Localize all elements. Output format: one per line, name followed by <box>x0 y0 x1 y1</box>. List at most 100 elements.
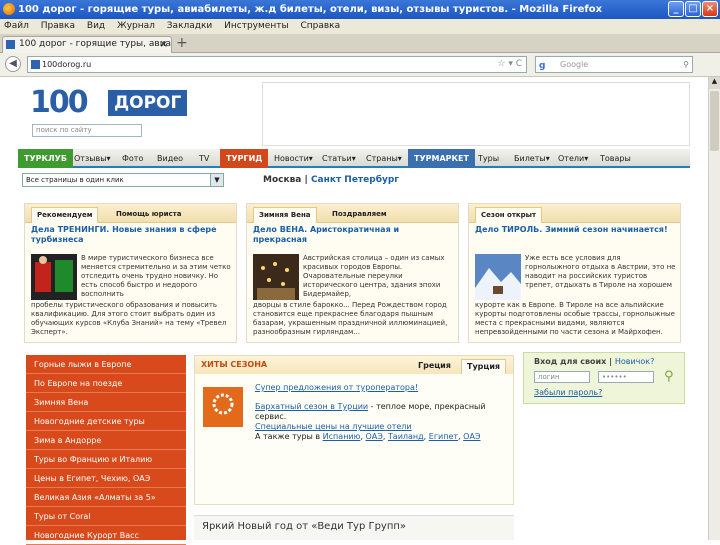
city-separator: | <box>304 175 308 185</box>
menu-hotels[interactable]: Отели▾ <box>558 149 588 168</box>
panel-text: В мире туристического бизнеса все меняет… <box>81 254 231 298</box>
country-link[interactable]: ОАЭ <box>463 432 480 441</box>
url-text: 100dorog.ru <box>42 60 92 69</box>
left-menu-item[interactable]: Зимняя Вена <box>26 393 186 412</box>
window-titlebar: 100 дорог - горящие туры, авиабилеты, ж.… <box>0 0 720 19</box>
city-spb-link[interactable]: Санкт Петербург <box>311 175 399 185</box>
url-bar[interactable]: 100dorog.ru ☆ ▾ C <box>27 56 527 73</box>
menu-section-turclub[interactable]: ТУРКЛУБ <box>18 149 73 168</box>
maximize-button[interactable]: □ <box>685 1 701 17</box>
firefox-icon <box>3 3 15 15</box>
page-scrollbar[interactable]: ▲ <box>708 77 720 540</box>
menu-reviews[interactable]: Отзывы▾ <box>74 149 111 168</box>
panel-vienna: Зимняя Вена Поздравляем Дело ВЕНА. Арист… <box>246 203 459 343</box>
panel-season: Сезон открыт Дело ТИРОЛЬ. Зимний сезон н… <box>468 203 681 343</box>
site-search-input[interactable]: поиск по сайту <box>32 124 142 137</box>
menu-goods[interactable]: Товары <box>600 149 631 168</box>
hits-body: Бархатный сезон в Турции - теплое море, … <box>255 402 486 441</box>
browser-search-input[interactable]: g Google ⚲ <box>535 56 693 73</box>
quick-pages-select[interactable]: Все страницы в один клик ▼ <box>22 173 224 187</box>
menu-tours[interactable]: Туры <box>478 149 499 168</box>
panel-headline[interactable]: Дела ТРЕНИНГИ. Новые знания в сфере турб… <box>25 223 236 245</box>
tab-greece[interactable]: Греция <box>413 359 456 374</box>
menu-countries[interactable]: Страны▾ <box>366 149 402 168</box>
panel-image[interactable] <box>31 254 77 300</box>
search-placeholder: Google <box>560 60 589 69</box>
panel-image[interactable] <box>475 254 521 300</box>
left-menu: Горные лыжи в Европе По Европе на поезде… <box>26 355 186 545</box>
new-tab-button[interactable]: + <box>176 35 188 51</box>
panel-image[interactable] <box>253 254 299 300</box>
quick-pages-value: Все страницы в один клик <box>26 176 124 184</box>
browser-tab[interactable]: 100 дорог - горящие туры, авиабилеты, × <box>2 36 172 53</box>
scroll-thumb[interactable] <box>710 91 719 151</box>
register-link[interactable]: Новичок? <box>615 357 655 366</box>
menu-tickets[interactable]: Билеты▾ <box>514 149 550 168</box>
login-input[interactable]: логин <box>534 371 590 383</box>
menu-section-turgid[interactable]: ТУРГИД <box>220 149 269 168</box>
country-link[interactable]: ОАЭ <box>365 432 382 441</box>
hits-offer-link[interactable]: Супер предложения от туроператора! <box>255 383 418 392</box>
menu-file[interactable]: Файл <box>4 21 29 31</box>
scroll-up-arrow[interactable]: ▲ <box>709 77 720 89</box>
left-menu-item[interactable]: Туры от Coral <box>26 507 186 526</box>
minimize-button[interactable]: _ <box>668 1 684 17</box>
left-menu-item[interactable]: Новогодние Курорт Васс <box>26 526 186 545</box>
panel-text-more: курорте как в Европе. В Тироле на все ал… <box>475 301 675 336</box>
coral-logo-mark <box>212 393 234 415</box>
menu-news[interactable]: Новости▾ <box>274 149 313 168</box>
panel-headline[interactable]: Дело ВЕНА. Аристократичная и прекрасная <box>247 223 458 245</box>
tab-close-icon[interactable]: × <box>160 37 168 52</box>
search-engine-icon[interactable]: g <box>539 59 545 74</box>
menu-section-turmarket[interactable]: ТУРМАРКЕТ <box>408 149 475 168</box>
tab-recommend[interactable]: Рекомендуем <box>31 207 99 223</box>
header-banner <box>262 82 690 146</box>
panel-tabs: Рекомендуем Помощь юриста <box>25 204 236 223</box>
left-menu-item[interactable]: Зима в Андорре <box>26 431 186 450</box>
panel-tabs: Зимняя Вена Поздравляем <box>247 204 458 223</box>
special-prices-link[interactable]: Специальные цены на лучшие отели <box>255 422 412 431</box>
menu-articles[interactable]: Статьи▾ <box>322 149 356 168</box>
key-icon[interactable]: ⚲ <box>664 369 674 384</box>
menu-photo[interactable]: Фото <box>122 149 143 168</box>
menu-edit[interactable]: Правка <box>41 21 75 31</box>
menu-bookmarks[interactable]: Закладки <box>167 21 213 31</box>
left-menu-item[interactable]: Горные лыжи в Европе <box>26 355 186 374</box>
close-button[interactable]: × <box>702 1 718 17</box>
panel-headline[interactable]: Дело ТИРОЛЬ. Зимний сезон начинается! <box>469 223 680 235</box>
left-menu-item[interactable]: Новогодние детские туры <box>26 412 186 431</box>
url-controls[interactable]: ☆ ▾ C <box>497 57 522 72</box>
panel-text-more: пробелы туристического образования и пов… <box>31 301 227 336</box>
coral-logo[interactable] <box>203 387 243 427</box>
forgot-password-link[interactable]: Забыли пароль? <box>534 388 602 397</box>
turkey-season-link[interactable]: Бархатный сезон в Турции <box>255 402 368 411</box>
left-menu-item[interactable]: По Европе на поезде <box>26 374 186 393</box>
menu-video[interactable]: Видео <box>157 149 183 168</box>
chevron-down-icon[interactable]: ▼ <box>210 174 223 186</box>
menu-bar: Файл Правка Вид Журнал Закладки Инструме… <box>0 19 720 34</box>
tab-winter-vienna[interactable]: Зимняя Вена <box>253 207 317 223</box>
search-icon[interactable]: ⚲ <box>683 57 689 72</box>
password-input[interactable]: •••••• <box>598 371 654 383</box>
left-menu-item[interactable]: Великая Азия «Алматы за 5» <box>26 488 186 507</box>
menu-view[interactable]: Вид <box>87 21 105 31</box>
site-logo[interactable]: 100 ДОРОГ <box>30 86 220 120</box>
tab-lawyer[interactable]: Помощь юриста <box>111 207 186 223</box>
panel-text: Австрийская столица – один из самых крас… <box>303 254 445 298</box>
menu-history[interactable]: Журнал <box>117 21 155 31</box>
left-menu-item[interactable]: Цены в Египет, Чехию, ОАЭ <box>26 469 186 488</box>
tab-turkey[interactable]: Турция <box>461 359 507 374</box>
country-link[interactable]: Таиланд <box>388 432 424 441</box>
left-menu-item[interactable]: Туры во Францию и Италию <box>26 450 186 469</box>
hits-header: ХИТЫ СЕЗОНА Греция Турция <box>195 356 513 374</box>
country-link[interactable]: Испанию <box>323 432 361 441</box>
tab-congrats[interactable]: Поздравляем <box>327 207 392 223</box>
menu-help[interactable]: Справка <box>300 21 340 31</box>
menu-tv[interactable]: TV <box>199 149 209 168</box>
tab-label: 100 дорог - горящие туры, авиабилеты, <box>19 39 172 49</box>
country-link[interactable]: Египет <box>429 432 458 441</box>
tab-season-open[interactable]: Сезон открыт <box>475 207 543 223</box>
promo-headline[interactable]: Яркий Новый год от «Веди Тур Групп» <box>194 515 514 540</box>
back-button[interactable]: ◀ <box>5 56 21 72</box>
menu-tools[interactable]: Инструменты <box>224 21 288 31</box>
